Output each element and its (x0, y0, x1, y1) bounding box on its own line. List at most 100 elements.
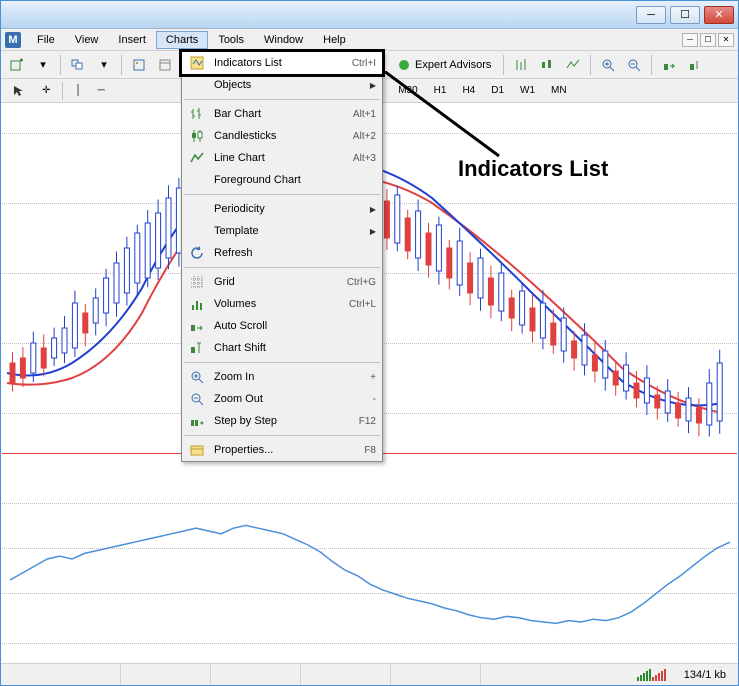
menu-shortcut: Ctrl+I (352, 58, 376, 69)
mdi-minimize-button[interactable]: ─ (682, 33, 698, 47)
window-minimize-button[interactable]: ─ (636, 6, 666, 24)
auto-scroll-icon (188, 318, 206, 334)
submenu-arrow-icon: ▶ (370, 227, 376, 236)
submenu-arrow-icon: ▶ (370, 205, 376, 214)
menu-item-label: Grid (214, 276, 347, 288)
indicator-chart (2, 493, 737, 653)
timeframe-d1[interactable]: D1 (484, 82, 511, 99)
timeframe-m30[interactable]: M30 (391, 82, 424, 99)
data-window-button[interactable] (153, 54, 177, 76)
menu-item-indicators-list[interactable]: Indicators ListCtrl+I (182, 52, 382, 74)
menu-item-volumes[interactable]: VolumesCtrl+L (182, 293, 382, 315)
close-glyph: ✕ (714, 8, 723, 21)
menu-help[interactable]: Help (313, 31, 356, 49)
timeframe-w1[interactable]: W1 (513, 82, 542, 99)
network-traffic-label: 134/1 kb (672, 669, 738, 681)
menu-item-foreground-chart[interactable]: Foreground Chart (182, 169, 382, 191)
bar-chart-icon (188, 106, 206, 122)
menu-item-label: Properties... (214, 444, 364, 456)
menu-item-chart-shift[interactable]: Chart Shift (182, 337, 382, 359)
mdi-restore-button[interactable]: ☐ (700, 33, 716, 47)
menu-item-refresh[interactable]: Refresh (182, 242, 382, 264)
cursor-tool[interactable] (5, 81, 33, 101)
chart-shift-toolbar-button[interactable] (683, 54, 707, 76)
menu-window[interactable]: Window (254, 31, 313, 49)
menu-item-template[interactable]: Template▶ (182, 220, 382, 242)
menu-item-properties[interactable]: Properties...F8 (182, 439, 382, 461)
zoom-out-toolbar-button[interactable] (622, 54, 646, 76)
menu-item-periodicity[interactable]: Periodicity▶ (182, 198, 382, 220)
horizontal-line-tool[interactable]: ─ (91, 82, 112, 99)
timeframe-h4[interactable]: H4 (455, 82, 482, 99)
menu-item-label: Auto Scroll (214, 320, 376, 332)
line-chart-toolbar-button[interactable] (561, 54, 585, 76)
timeframe-h1[interactable]: H1 (427, 82, 454, 99)
menu-insert[interactable]: Insert (108, 31, 156, 49)
menu-shortcut: Alt+2 (353, 131, 376, 142)
market-watch-button[interactable] (127, 54, 151, 76)
menu-item-line-chart[interactable]: Line ChartAlt+3 (182, 147, 382, 169)
new-chart-button[interactable] (5, 54, 29, 76)
candlestick-toolbar-button[interactable] (535, 54, 559, 76)
window-close-button[interactable]: ✕ (704, 6, 734, 24)
menu-file[interactable]: File (27, 31, 65, 49)
menu-shortcut: Alt+1 (353, 109, 376, 120)
menu-item-label: Indicators List (214, 57, 352, 69)
charts-dropdown-menu: Indicators ListCtrl+IObjects▶Bar ChartAl… (181, 51, 383, 462)
expert-advisors-label: Expert Advisors (415, 59, 491, 71)
dropdown-arrow-1[interactable]: ▾ (31, 54, 55, 76)
menubar: M File View Insert Charts Tools Window H… (1, 29, 738, 51)
menu-item-bar-chart[interactable]: Bar ChartAlt+1 (182, 103, 382, 125)
bar-chart-toolbar-button[interactable] (509, 54, 533, 76)
menu-item-objects[interactable]: Objects▶ (182, 74, 382, 96)
step-icon (188, 413, 206, 429)
candlesticks-icon (188, 128, 206, 144)
menu-shortcut: Alt+3 (353, 153, 376, 164)
app-window: ─ ☐ ✕ M File View Insert Charts Tools Wi… (0, 0, 739, 686)
menu-item-step-by-step[interactable]: Step by StepF12 (182, 410, 382, 432)
profiles-button[interactable] (66, 54, 90, 76)
menu-item-label: Template (214, 225, 370, 237)
statusbar: 134/1 kb (1, 663, 738, 685)
menu-item-label: Foreground Chart (214, 174, 376, 186)
grid-icon (188, 274, 206, 290)
menu-item-label: Step by Step (214, 415, 359, 427)
titlebar: ─ ☐ ✕ (1, 1, 738, 29)
mdi-controls: ─ ☐ ✕ (680, 33, 734, 47)
menu-item-grid[interactable]: GridCtrl+G (182, 271, 382, 293)
app-icon[interactable]: M (5, 32, 21, 48)
menu-tools[interactable]: Tools (208, 31, 254, 49)
dropdown-arrow-2[interactable]: ▾ (92, 54, 116, 76)
blank-icon (188, 77, 206, 93)
menu-item-candlesticks[interactable]: CandlesticksAlt+2 (182, 125, 382, 147)
window-maximize-button[interactable]: ☐ (670, 6, 700, 24)
vertical-line-tool[interactable]: │ (68, 82, 88, 99)
chart-shift-icon (188, 340, 206, 356)
menu-item-label: Chart Shift (214, 342, 376, 354)
menu-charts[interactable]: Charts (156, 31, 208, 49)
menu-item-label: Objects (214, 79, 370, 91)
menu-item-label: Zoom In (214, 371, 370, 383)
volumes-icon (188, 296, 206, 312)
blank-icon (188, 172, 206, 188)
menu-item-label: Candlesticks (214, 130, 353, 142)
crosshair-tool[interactable]: ✛ (35, 82, 57, 99)
menu-shortcut: - (373, 394, 376, 405)
menu-item-label: Periodicity (214, 203, 370, 215)
zoom-in-toolbar-button[interactable] (596, 54, 620, 76)
menu-item-auto-scroll[interactable]: Auto Scroll (182, 315, 382, 337)
auto-scroll-toolbar-button[interactable] (657, 54, 681, 76)
connection-status-icon[interactable] (631, 669, 672, 681)
menu-shortcut: Ctrl+G (347, 277, 376, 288)
menu-view[interactable]: View (65, 31, 109, 49)
menu-shortcut: F12 (359, 416, 376, 427)
expert-advisors-button[interactable]: Expert Advisors (390, 55, 498, 75)
line-chart-icon (188, 150, 206, 166)
blank-icon (188, 201, 206, 217)
menu-shortcut: + (370, 372, 376, 383)
menu-item-zoom-out[interactable]: Zoom Out- (182, 388, 382, 410)
timeframe-mn[interactable]: MN (544, 82, 574, 99)
mdi-close-button[interactable]: ✕ (718, 33, 734, 47)
menu-item-zoom-in[interactable]: Zoom In+ (182, 366, 382, 388)
menu-shortcut: F8 (364, 445, 376, 456)
